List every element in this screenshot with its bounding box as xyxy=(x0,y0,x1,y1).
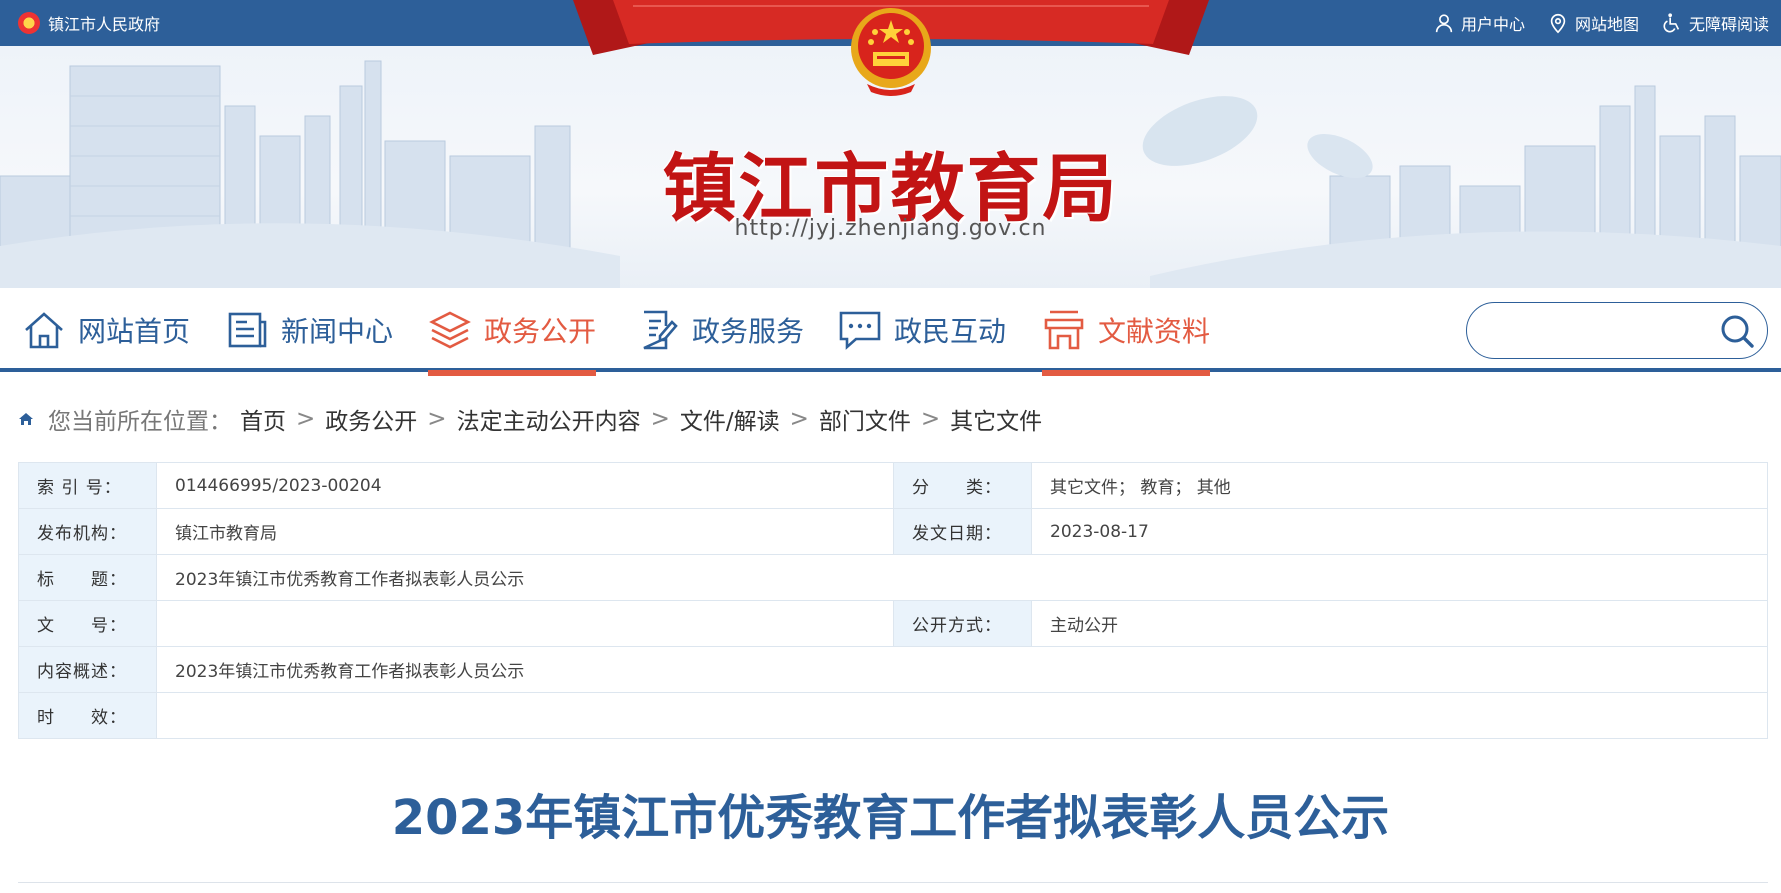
search-icon[interactable] xyxy=(1719,313,1755,349)
user-center-link[interactable]: 用户中心 xyxy=(1433,11,1525,35)
article-title: 2023年镇江市优秀教育工作者拟表彰人员公示 xyxy=(391,790,1390,846)
breadcrumb-item[interactable]: 首页 xyxy=(240,402,286,436)
title-label: 标 题： xyxy=(18,554,157,601)
site-url: http://jyj.zhenjiang.gov.cn xyxy=(734,216,1047,241)
validity-value xyxy=(156,692,1768,739)
nav-item-label: 新闻中心 xyxy=(281,315,394,348)
nav-item-gov-affairs[interactable]: 政务公开 xyxy=(428,288,597,376)
top-links: 用户中心 网站地图 无障碍阅读 xyxy=(1433,11,1769,35)
breadcrumb-separator: > xyxy=(427,406,447,432)
news-icon xyxy=(228,312,267,348)
table-row: 内容概述： 2023年镇江市优秀教育工作者拟表彰人员公示 xyxy=(18,646,1768,693)
breadcrumb-separator: > xyxy=(650,406,670,432)
nav-item-home[interactable]: 网站首页 xyxy=(22,288,190,372)
category-value: 其它文件； 教育； 其他 xyxy=(1031,462,1768,509)
archive-icon xyxy=(1044,310,1084,350)
site-map-label: 网站地图 xyxy=(1574,15,1639,34)
nav-item-news[interactable]: 新闻中心 xyxy=(225,288,393,372)
nav-item-label: 文献资料 xyxy=(1098,315,1211,348)
layers-icon xyxy=(429,311,471,349)
breadcrumb-item[interactable]: 法定主动公开内容 xyxy=(457,402,641,436)
method-label: 公开方式： xyxy=(893,600,1032,647)
breadcrumb-prefix: 您当前所在位置： xyxy=(48,409,232,435)
index-value: 014466995/2023-00204 xyxy=(156,462,894,509)
breadcrumb: 您当前所在位置： 首页 > 政务公开 > 法定主动公开内容 > 文件/解读 > … xyxy=(18,402,1042,436)
divider xyxy=(18,882,1768,883)
wheelchair-icon xyxy=(1663,13,1680,33)
nav-item-interaction[interactable]: 政民互动 xyxy=(838,288,1006,372)
search-input[interactable] xyxy=(1485,313,1705,349)
nav-item-label: 政民互动 xyxy=(894,315,1007,348)
search-box xyxy=(1466,302,1768,359)
document-edit-icon xyxy=(643,310,678,350)
table-row: 时 效： xyxy=(18,692,1768,739)
summary-label: 内容概述： xyxy=(18,646,157,693)
breadcrumb-separator: > xyxy=(296,406,316,432)
breadcrumb-item[interactable]: 部门文件 xyxy=(819,402,911,436)
accessibility-label: 无障碍阅读 xyxy=(1688,15,1769,34)
accessibility-link[interactable]: 无障碍阅读 xyxy=(1661,11,1769,35)
title-value: 2023年镇江市优秀教育工作者拟表彰人员公示 xyxy=(156,554,1768,601)
table-row: 标 题： 2023年镇江市优秀教育工作者拟表彰人员公示 xyxy=(18,554,1768,601)
index-label: 索 引 号： xyxy=(18,462,157,509)
user-center-label: 用户中心 xyxy=(1460,15,1525,34)
gov-link[interactable]: 镇江市人民政府 xyxy=(18,11,160,35)
summary-value: 2023年镇江市优秀教育工作者拟表彰人员公示 xyxy=(156,646,1768,693)
docno-value xyxy=(156,600,894,647)
table-row: 索 引 号： 014466995/2023-00204 分 类： 其它文件； 教… xyxy=(18,462,1768,509)
main-nav: 网站首页 新闻中心 政务公开 政务服务 政民互动 文献资料 xyxy=(0,288,1781,376)
table-row: 发布机构： 镇江市教育局 发文日期： 2023-08-17 xyxy=(18,508,1768,555)
chat-icon xyxy=(839,311,881,350)
docno-label: 文 号： xyxy=(18,600,157,647)
national-emblem-icon xyxy=(851,8,931,96)
national-emblem-icon xyxy=(18,12,40,34)
home-icon xyxy=(25,312,63,349)
location-pin-icon xyxy=(1550,13,1566,34)
nav-item-label: 网站首页 xyxy=(78,315,191,348)
breadcrumb-item[interactable]: 政务公开 xyxy=(325,402,417,436)
date-value: 2023-08-17 xyxy=(1031,508,1768,555)
org-value: 镇江市教育局 xyxy=(156,508,894,555)
nav-item-label: 政务公开 xyxy=(484,315,597,348)
method-value: 主动公开 xyxy=(1031,600,1768,647)
gov-label: 镇江市人民政府 xyxy=(48,15,161,34)
org-label: 发布机构： xyxy=(18,508,157,555)
home-small-icon xyxy=(19,413,33,425)
date-label: 发文日期： xyxy=(893,508,1032,555)
category-label: 分 类： xyxy=(893,462,1032,509)
nav-item-gov-service[interactable]: 政务服务 xyxy=(636,288,804,372)
breadcrumb-item[interactable]: 其它文件 xyxy=(950,402,1042,436)
document-info-table: 索 引 号： 014466995/2023-00204 分 类： 其它文件； 教… xyxy=(18,462,1768,739)
table-row: 文 号： 公开方式： 主动公开 xyxy=(18,600,1768,647)
breadcrumb-separator: > xyxy=(789,406,809,432)
nav-item-label: 政务服务 xyxy=(692,315,805,348)
breadcrumb-separator: > xyxy=(920,406,941,432)
breadcrumb-item[interactable]: 文件/解读 xyxy=(680,402,780,436)
user-icon xyxy=(1435,14,1453,33)
nav-item-archives[interactable]: 文献资料 xyxy=(1042,288,1211,376)
validity-label: 时 效： xyxy=(18,692,157,739)
site-map-link[interactable]: 网站地图 xyxy=(1547,11,1639,35)
